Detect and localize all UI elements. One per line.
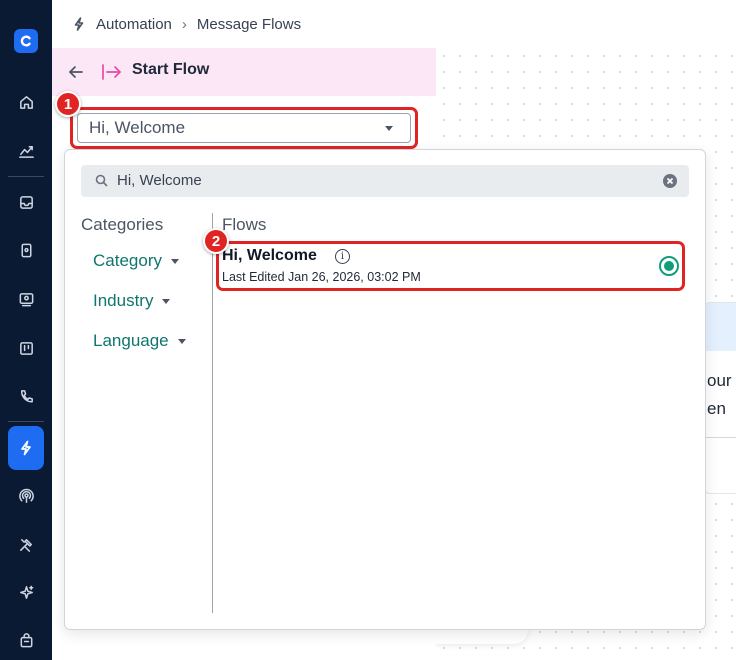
caret-down-icon bbox=[170, 258, 179, 264]
sparkles-icon[interactable] bbox=[14, 580, 38, 604]
canvas-node-divider bbox=[705, 437, 736, 438]
broadcast-icon[interactable] bbox=[14, 287, 38, 311]
canvas-node-text: en bbox=[707, 399, 726, 418]
start-flow-icon bbox=[100, 60, 124, 84]
canvas-node-text: our bbox=[707, 371, 732, 390]
radio-dot bbox=[664, 261, 674, 271]
categories-heading: Categories bbox=[81, 215, 164, 234]
flow-radio-selected[interactable] bbox=[659, 256, 679, 276]
back-arrow-icon[interactable] bbox=[66, 62, 86, 82]
sidebar-item-automation[interactable] bbox=[8, 426, 44, 470]
sidebar-divider bbox=[8, 421, 44, 422]
lightning-icon bbox=[74, 17, 84, 31]
analytics-icon[interactable] bbox=[14, 139, 38, 163]
filter-language[interactable]: Language bbox=[93, 331, 186, 351]
canvas-node-card[interactable]: our en bbox=[704, 302, 736, 494]
filter-industry[interactable]: Industry bbox=[93, 291, 171, 311]
filter-label: Industry bbox=[93, 291, 154, 310]
sidebar-divider bbox=[8, 176, 44, 177]
phone-icon[interactable] bbox=[14, 384, 38, 408]
lightning-icon bbox=[21, 440, 31, 456]
caret-down-icon bbox=[385, 126, 393, 131]
breadcrumb: Automation › Message Flows bbox=[72, 14, 301, 34]
step-marker: 2 bbox=[203, 228, 229, 254]
flow-select-value: Hi, Welcome bbox=[89, 118, 186, 137]
flow-item-name: Hi, Welcome bbox=[222, 247, 317, 264]
caret-down-icon bbox=[177, 338, 186, 344]
filter-category[interactable]: Category bbox=[93, 251, 179, 271]
caret-down-icon bbox=[162, 298, 171, 304]
contacts-icon[interactable] bbox=[14, 238, 38, 262]
filter-label: Language bbox=[93, 331, 169, 350]
filter-label: Category bbox=[93, 251, 162, 270]
bag-icon[interactable] bbox=[14, 628, 38, 652]
flow-item-meta: Last Edited Jan 26, 2026, 03:02 PM bbox=[222, 270, 421, 284]
info-icon[interactable]: i bbox=[335, 249, 350, 264]
step-marker: 1 bbox=[55, 91, 81, 117]
signal-icon[interactable] bbox=[14, 483, 38, 507]
canvas-node-header bbox=[705, 303, 736, 351]
app-sidebar bbox=[0, 0, 52, 660]
board-icon[interactable] bbox=[14, 336, 38, 360]
tools-icon[interactable] bbox=[14, 532, 38, 556]
flow-select[interactable]: Hi, Welcome bbox=[77, 113, 411, 143]
flows-heading: Flows bbox=[222, 215, 267, 234]
column-divider bbox=[212, 213, 213, 613]
app-logo-icon[interactable] bbox=[14, 29, 38, 53]
inbox-icon[interactable] bbox=[14, 190, 38, 214]
panel-title: Start Flow bbox=[132, 61, 210, 78]
search-input-value[interactable]: Hi, Welcome bbox=[117, 172, 202, 189]
breadcrumb-message-flows: Message Flows bbox=[196, 15, 302, 33]
home-icon[interactable] bbox=[14, 90, 38, 114]
chevron-right-icon: › bbox=[181, 15, 187, 33]
search-icon bbox=[95, 174, 108, 187]
clear-icon[interactable] bbox=[663, 174, 677, 188]
breadcrumb-automation[interactable]: Automation bbox=[96, 16, 172, 33]
